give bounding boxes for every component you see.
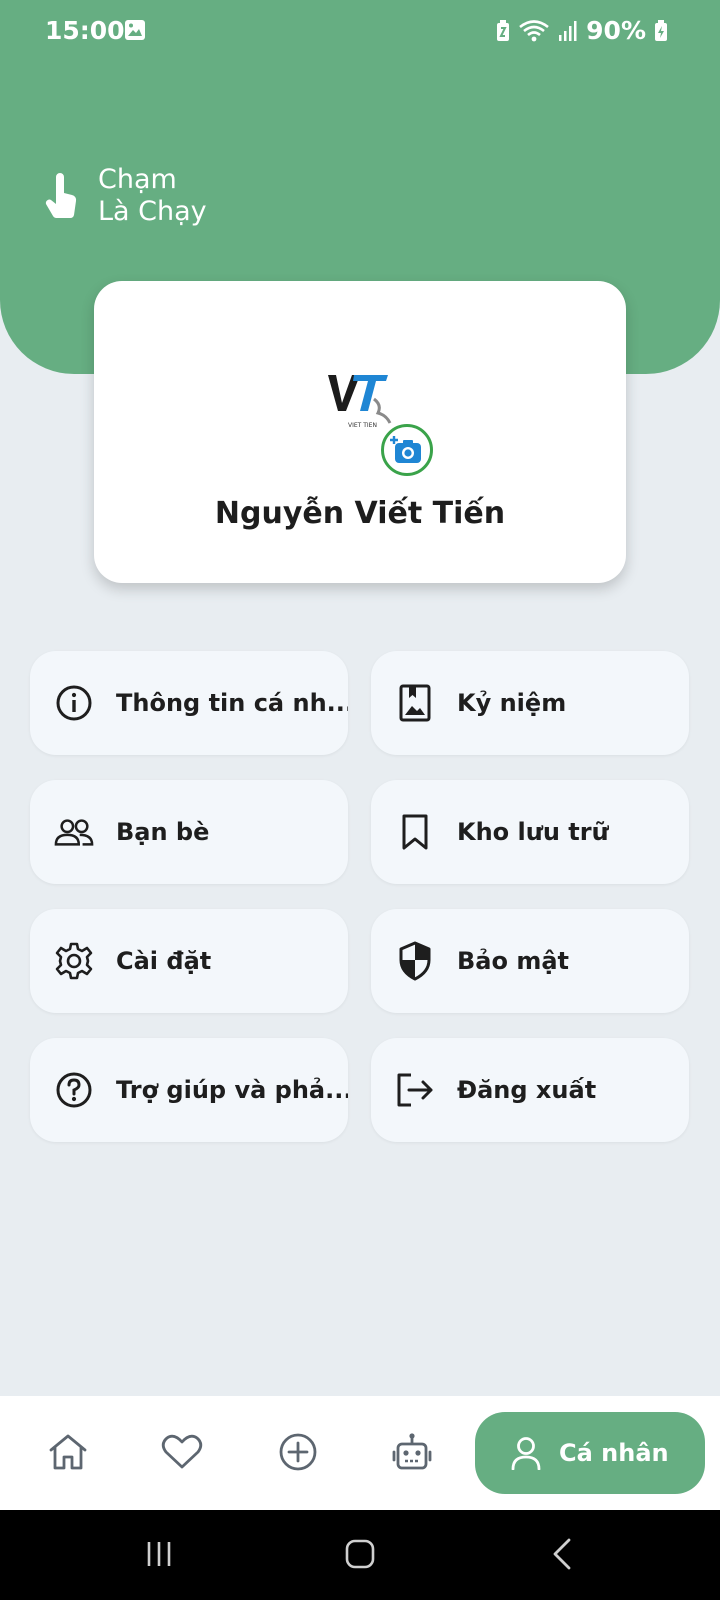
home-system-button[interactable] bbox=[344, 1534, 376, 1574]
menu-friends-label: Bạn bè bbox=[116, 818, 210, 846]
people-icon bbox=[54, 812, 94, 852]
gear-icon bbox=[54, 941, 94, 981]
signal-icon bbox=[559, 20, 577, 41]
heart-icon bbox=[161, 1434, 203, 1469]
nav-add[interactable] bbox=[268, 1422, 328, 1482]
menu-settings-label: Cài đặt bbox=[116, 947, 212, 975]
app-brand: Chạm Là Chạy bbox=[44, 164, 207, 228]
menu-logout[interactable]: Đăng xuất bbox=[371, 1038, 689, 1142]
system-navigation-bar bbox=[0, 1510, 720, 1600]
shield-icon bbox=[395, 941, 435, 981]
tap-hand-icon bbox=[45, 173, 77, 219]
robot-icon bbox=[392, 1433, 432, 1470]
add-photo-icon bbox=[390, 436, 421, 463]
help-icon bbox=[54, 1070, 94, 1110]
home-square-icon bbox=[345, 1539, 375, 1569]
battery-saver-icon bbox=[497, 19, 510, 41]
photo-album-icon bbox=[395, 683, 435, 723]
battery-percent: 90% bbox=[586, 16, 646, 45]
logout-icon bbox=[395, 1070, 435, 1110]
back-button[interactable] bbox=[550, 1534, 574, 1574]
profile-card: VIET TIEN Nguyễn Viết Tiến bbox=[94, 281, 626, 583]
nav-profile[interactable]: Cá nhân bbox=[475, 1412, 705, 1494]
menu-friends[interactable]: Bạn bè bbox=[30, 780, 348, 884]
battery-charging-icon bbox=[655, 19, 667, 41]
info-icon bbox=[54, 683, 94, 723]
menu-security-label: Bảo mật bbox=[457, 947, 570, 975]
home-icon bbox=[49, 1434, 87, 1470]
menu-personal-info-label: Thông tin cá nh... bbox=[116, 689, 348, 717]
status-bar: 15:00 90% bbox=[0, 0, 720, 64]
wifi-icon bbox=[519, 19, 549, 41]
menu-help-feedback[interactable]: Trợ giúp và phả... bbox=[30, 1038, 348, 1142]
nav-profile-label: Cá nhân bbox=[559, 1439, 669, 1467]
change-avatar-button[interactable] bbox=[381, 424, 433, 476]
add-circle-icon bbox=[279, 1433, 317, 1471]
user-icon bbox=[511, 1437, 541, 1470]
status-time: 15:00 bbox=[45, 16, 125, 45]
menu-memories-label: Kỷ niệm bbox=[457, 689, 567, 717]
profile-name: Nguyễn Viết Tiến bbox=[214, 496, 506, 531]
bottom-navigation: Cá nhân bbox=[0, 1396, 720, 1510]
nav-favorites[interactable] bbox=[152, 1422, 212, 1482]
recent-apps-icon bbox=[147, 1542, 171, 1566]
back-chevron-icon bbox=[553, 1538, 571, 1570]
menu-security[interactable]: Bảo mật bbox=[371, 909, 689, 1013]
avatar-logo-text: VIET TIEN bbox=[348, 422, 377, 429]
menu-personal-info[interactable]: Thông tin cá nh... bbox=[30, 651, 348, 755]
brand-line-2: Là Chạy bbox=[98, 196, 207, 227]
image-notification-icon bbox=[125, 20, 145, 40]
avatar[interactable]: VIET TIEN bbox=[326, 369, 398, 429]
nav-home[interactable] bbox=[38, 1422, 98, 1482]
nav-assistant[interactable] bbox=[382, 1422, 442, 1482]
menu-logout-label: Đăng xuất bbox=[457, 1076, 597, 1104]
recent-apps-button[interactable] bbox=[144, 1534, 174, 1574]
bookmark-icon bbox=[395, 812, 435, 852]
menu-settings[interactable]: Cài đặt bbox=[30, 909, 348, 1013]
menu-memories[interactable]: Kỷ niệm bbox=[371, 651, 689, 755]
brand-line-1: Chạm bbox=[98, 164, 177, 195]
menu-storage[interactable]: Kho lưu trữ bbox=[371, 780, 689, 884]
menu-help-feedback-label: Trợ giúp và phả... bbox=[116, 1076, 348, 1104]
menu-storage-label: Kho lưu trữ bbox=[457, 818, 609, 846]
